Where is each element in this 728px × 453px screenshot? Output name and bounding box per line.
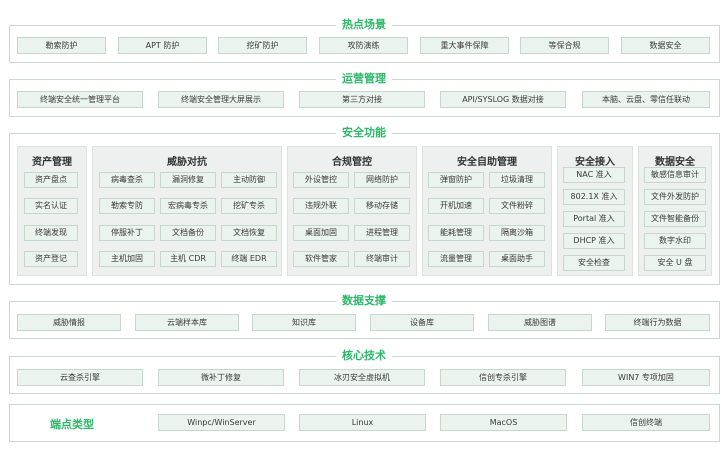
threat-item: 文档恢复 — [221, 225, 277, 241]
core-technology-item: 云查杀引擎 — [17, 369, 143, 386]
hot-scenes-title: 热点场景 — [336, 18, 392, 32]
threat-item: 病毒查杀 — [99, 172, 155, 188]
operations-item: API/SYSLOG 数据对接 — [440, 91, 566, 108]
hot-scene-item: 数据安全 — [621, 37, 710, 54]
access-item: NAC 准入 — [563, 167, 625, 183]
security-functions-title: 安全功能 — [336, 126, 392, 140]
compliance-item: 软件管家 — [293, 251, 349, 267]
hot-scene-item: 挖矿防护 — [218, 37, 307, 54]
access-item: 802.1X 准入 — [563, 189, 625, 205]
threat-item: 勒索专防 — [99, 198, 155, 214]
core-technology-title: 核心技术 — [336, 349, 392, 363]
threat-item: 挖矿专杀 — [221, 198, 277, 214]
endpoint-type-item: 信创终端 — [582, 414, 710, 431]
asset-item: 资产盘点 — [24, 172, 78, 188]
hot-scene-item: 等保合规 — [520, 37, 609, 54]
asset-item: 实名认证 — [24, 198, 78, 214]
self-service-item: 桌面助手 — [489, 251, 545, 267]
self-service-item: 能耗管理 — [428, 225, 484, 241]
self-service-item: 流量管理 — [428, 251, 484, 267]
asset-item: 资产登记 — [24, 251, 78, 267]
asset-item: 终端发现 — [24, 225, 78, 241]
core-technology-item: 信创专杀引擎 — [440, 369, 566, 386]
compliance-item: 终端审计 — [354, 251, 410, 267]
threat-item: 宏病毒专杀 — [160, 198, 216, 214]
self-service-item: 文件粉碎 — [489, 198, 545, 214]
compliance-item: 移动存储 — [354, 198, 410, 214]
data-security-item: 文件智能备份 — [644, 211, 706, 227]
threat-item: 主动防御 — [221, 172, 277, 188]
core-technology-item: WIN7 专项加固 — [582, 369, 710, 386]
data-support-item: 终端行为数据 — [605, 314, 710, 331]
operations-item: 终端安全统一管理平台 — [17, 91, 143, 108]
access-item: 安全检查 — [563, 255, 625, 271]
secure-access-title: 安全接入 — [575, 157, 615, 168]
endpoint-types-label: 端点类型 — [50, 418, 94, 431]
data-support-item: 设备库 — [370, 314, 474, 331]
self-service-item: 弹窗防护 — [428, 172, 484, 188]
core-technology-item: 微补丁修复 — [158, 369, 284, 386]
endpoint-type-item: Linux — [299, 414, 426, 431]
data-security-item: 敏感信息审计 — [644, 167, 706, 183]
asset-management-title: 资产管理 — [32, 157, 72, 168]
operations-item: 本脑、云盘、零信任联动 — [582, 91, 710, 108]
threat-item: 主机 CDR — [160, 251, 216, 267]
threat-item: 停服补丁 — [99, 225, 155, 241]
threat-item: 文档备份 — [160, 225, 216, 241]
hot-scene-item: 攻防演练 — [319, 37, 408, 54]
hot-scene-item: 重大事件保障 — [420, 37, 509, 54]
operations-item: 终端安全管理大屏展示 — [158, 91, 284, 108]
endpoint-type-item: Winpc/WinServer — [158, 414, 285, 431]
threat-item: 主机加固 — [99, 251, 155, 267]
data-security-item: 安全 U 盘 — [644, 255, 706, 271]
data-support-title: 数据支撑 — [336, 294, 392, 308]
access-item: DHCP 准入 — [563, 233, 625, 249]
compliance-item: 违规外联 — [293, 198, 349, 214]
operations-item: 第三方对接 — [299, 91, 425, 108]
hot-scene-item: APT 防护 — [118, 37, 207, 54]
compliance-item: 网络防护 — [354, 172, 410, 188]
threat-item: 终端 EDR — [221, 251, 277, 267]
data-security-title: 数据安全 — [655, 157, 695, 168]
data-support-item: 云端样本库 — [135, 314, 239, 331]
compliance-control-title: 合规管控 — [332, 157, 372, 168]
compliance-item: 外设管控 — [293, 172, 349, 188]
hot-scene-item: 勒索防护 — [17, 37, 106, 54]
self-service-item: 开机加速 — [428, 198, 484, 214]
core-technology-item: 冰刃安全虚拟机 — [299, 369, 425, 386]
data-support-item: 威胁情报 — [17, 314, 121, 331]
access-item: Portal 准入 — [563, 211, 625, 227]
self-service-item: 隔离沙箱 — [489, 225, 545, 241]
compliance-item: 桌面加固 — [293, 225, 349, 241]
compliance-item: 进程管理 — [354, 225, 410, 241]
threat-item: 漏洞修复 — [160, 172, 216, 188]
data-security-item: 数字水印 — [644, 233, 706, 249]
endpoint-type-item: MacOS — [440, 414, 567, 431]
self-service-title: 安全自助管理 — [457, 157, 517, 168]
threat-defense-title: 威胁对抗 — [167, 157, 207, 168]
operations-title: 运营管理 — [336, 72, 392, 86]
self-service-item: 垃圾清理 — [489, 172, 545, 188]
data-support-item: 威胁图谱 — [488, 314, 592, 331]
data-support-item: 知识库 — [252, 314, 356, 331]
data-security-item: 文件外发防护 — [644, 189, 706, 205]
